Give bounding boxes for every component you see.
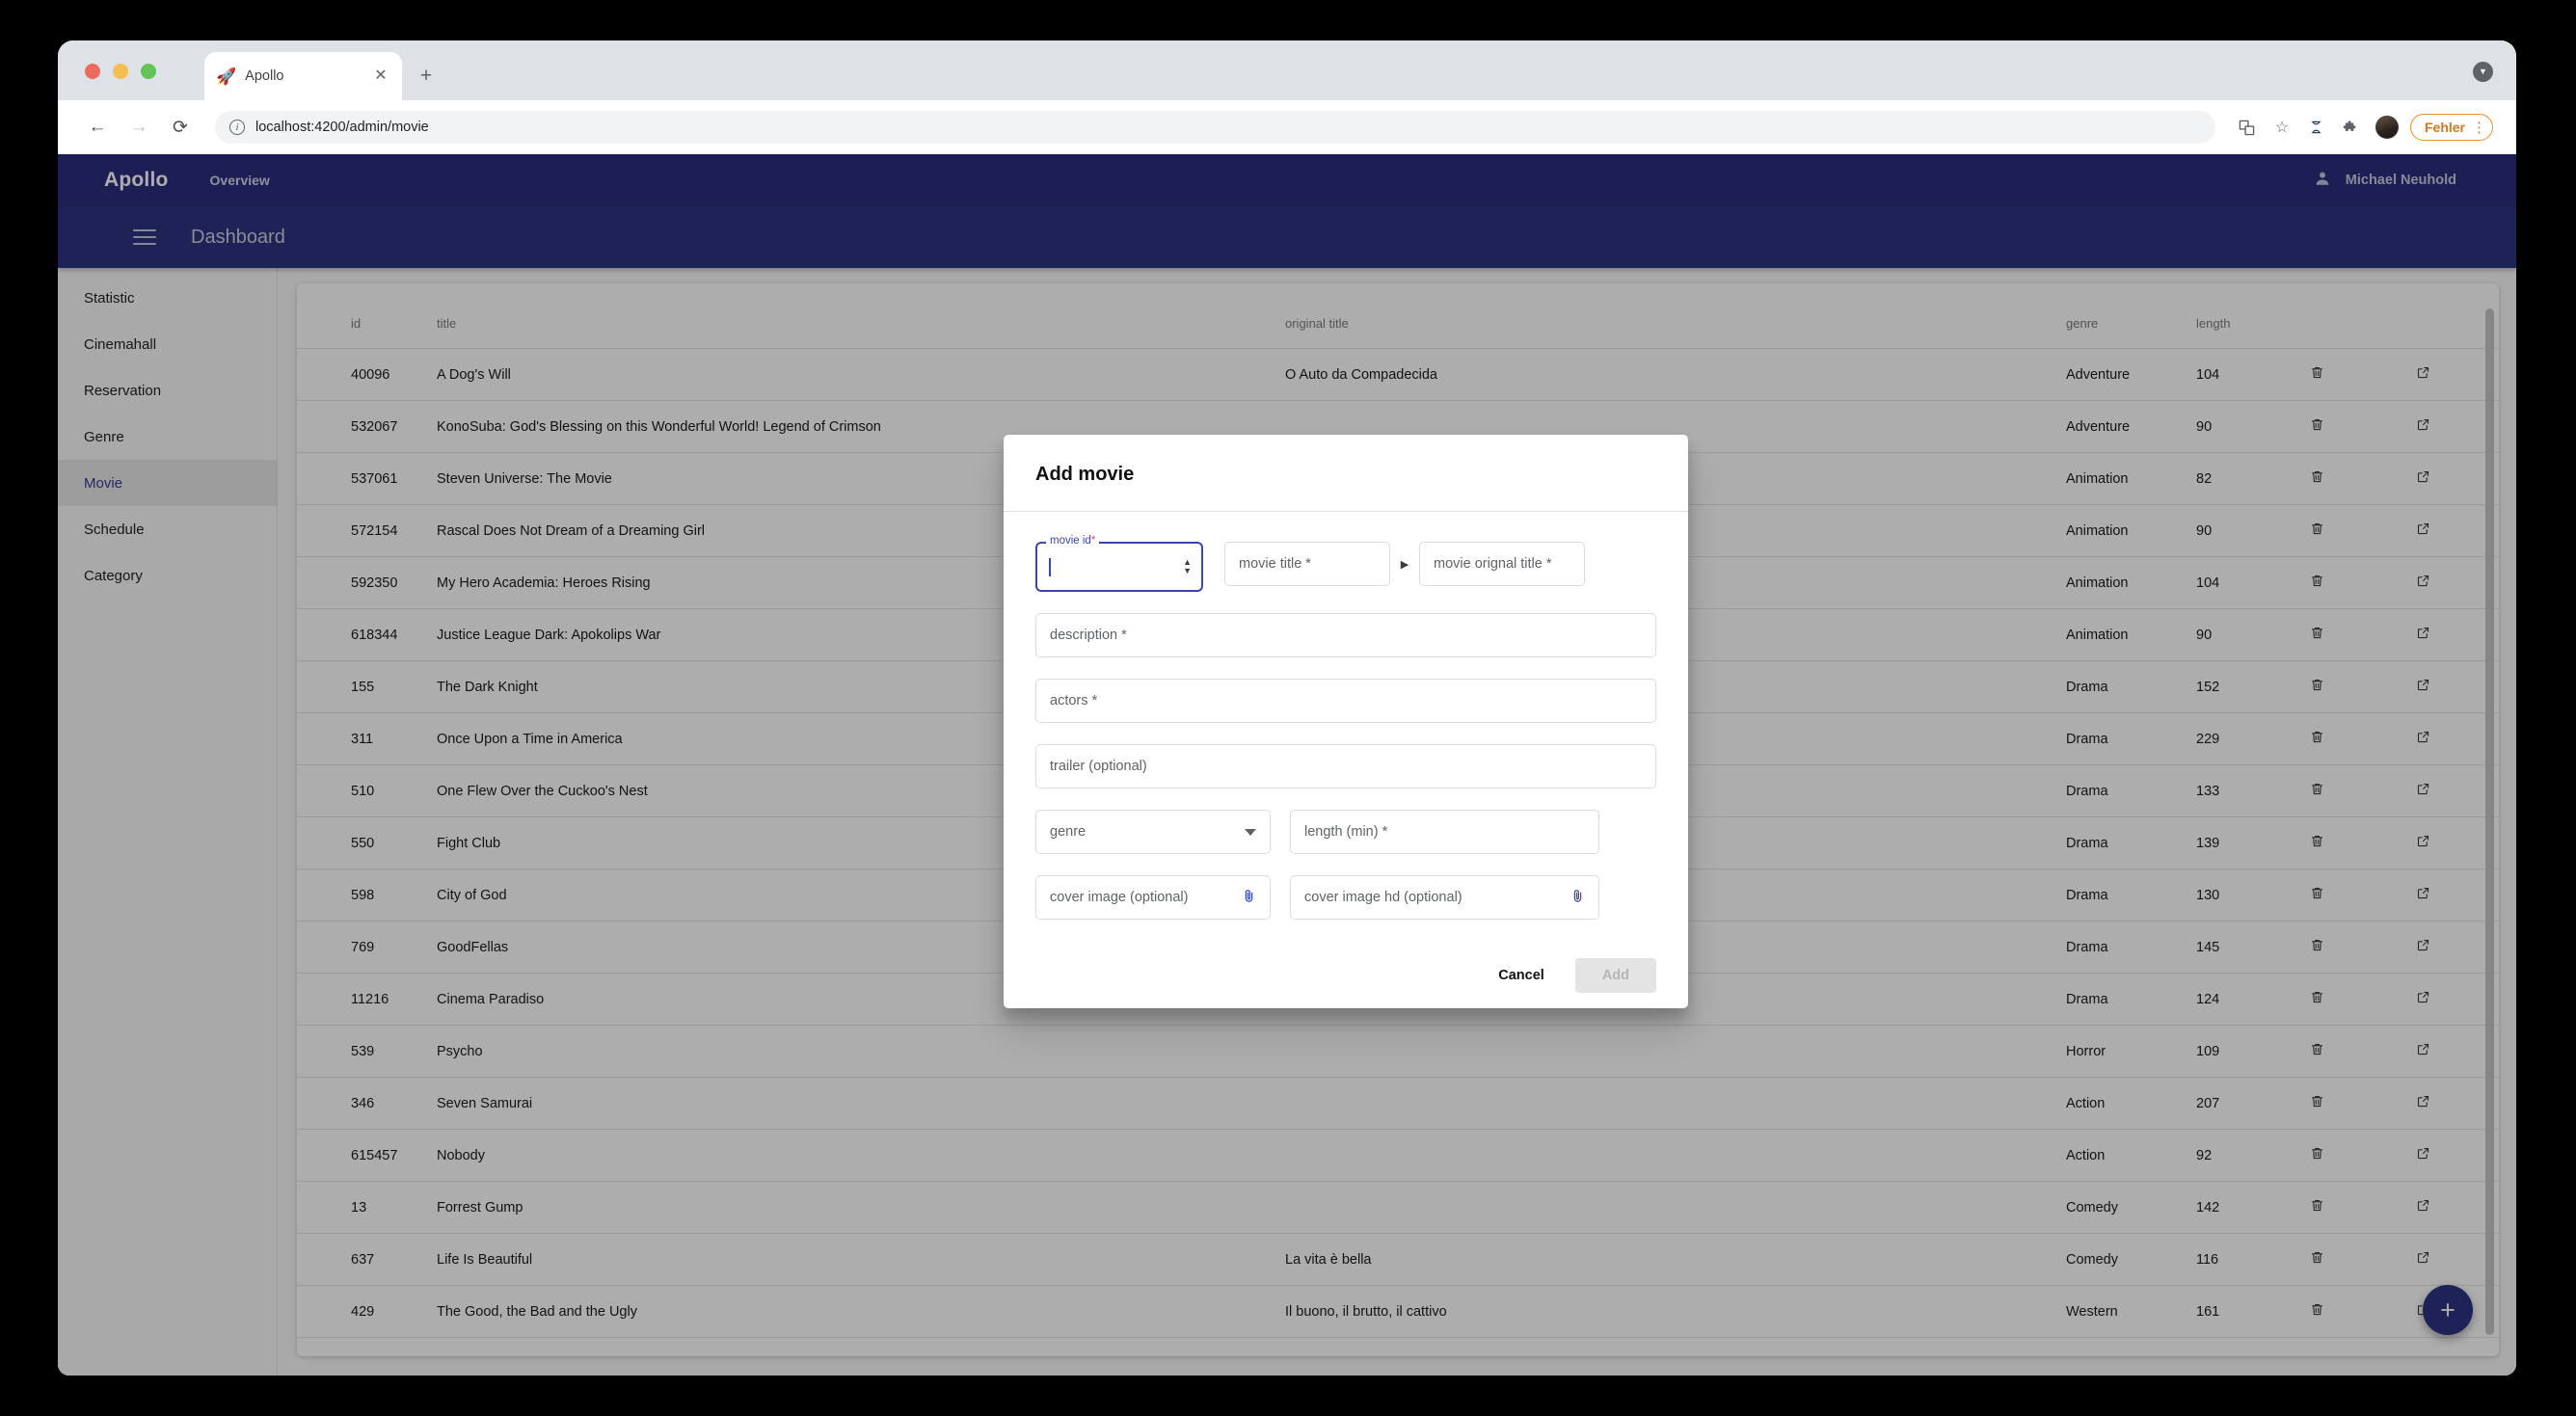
browser-window: 🚀 Apollo ✕ + ▼ ← → ⟳ i localhost:4200/ad… (58, 40, 2516, 1376)
movie-id-label: movie id* (1046, 535, 1099, 547)
actors-placeholder: actors * (1050, 693, 1097, 708)
genre-select[interactable]: genre (1035, 810, 1271, 854)
stepper-down-icon[interactable]: ▼ (1183, 568, 1192, 574)
movie-title-input[interactable]: movie title * (1224, 542, 1390, 586)
movie-title-placeholder: movie title * (1239, 556, 1311, 572)
maximize-window-button[interactable] (141, 64, 156, 79)
tab-strip: 🚀 Apollo ✕ + ▼ (58, 40, 2516, 100)
form-row-description: description * (1035, 613, 1656, 657)
length-placeholder: length (min) * (1304, 824, 1387, 840)
window-traffic-lights (85, 64, 156, 79)
form-row-genre-length: genre length (min) * (1035, 810, 1656, 854)
cover-image-input[interactable]: cover image (optional) (1035, 875, 1271, 920)
error-status-badge[interactable]: Fehler ⋮ (2410, 114, 2493, 141)
cover-image-hd-input[interactable]: cover image hd (optional) (1290, 875, 1599, 920)
number-stepper[interactable]: ▲ ▼ (1183, 559, 1192, 574)
tab-title: Apollo (245, 68, 371, 84)
movie-original-title-input[interactable]: movie orignal title * (1419, 542, 1585, 586)
actors-input[interactable]: actors * (1035, 679, 1656, 723)
site-info-icon[interactable]: i (229, 120, 245, 135)
attach-file-icon[interactable] (1570, 888, 1585, 907)
puzzle-extension-icon[interactable] (2337, 113, 2366, 142)
form-row-covers: cover image (optional) cover image hd (o… (1035, 875, 1656, 920)
text-cursor (1049, 558, 1051, 576)
trailer-input[interactable]: trailer (optional) (1035, 744, 1656, 788)
genre-placeholder: genre (1050, 824, 1086, 840)
minimize-window-button[interactable] (113, 64, 128, 79)
chevron-down-icon[interactable] (1245, 829, 1256, 836)
forward-button[interactable]: → (122, 111, 155, 144)
cover-image-placeholder: cover image (optional) (1050, 890, 1188, 905)
close-window-button[interactable] (85, 64, 100, 79)
required-marker: * (1091, 535, 1095, 547)
reload-button[interactable]: ⟳ (164, 111, 197, 144)
add-movie-dialog: Add movie movie id* ▲ ▼ (1004, 435, 1688, 1008)
bookmark-star-icon[interactable]: ☆ (2267, 113, 2296, 142)
new-tab-button[interactable]: + (415, 66, 438, 86)
attach-file-icon[interactable] (1242, 888, 1256, 907)
stepper-up-icon[interactable]: ▲ (1183, 559, 1192, 566)
form-row-actors: actors * (1035, 679, 1656, 723)
more-vert-icon[interactable]: ⋮ (2472, 120, 2486, 135)
translate-icon[interactable] (2233, 113, 2262, 142)
chevron-right-icon: ▶ (1390, 542, 1419, 586)
app-viewport: Apollo Overview Michael Neuhold Dashboar… (58, 154, 2516, 1376)
movie-original-title-placeholder: movie orignal title * (1434, 556, 1552, 572)
cover-image-hd-placeholder: cover image hd (optional) (1304, 890, 1462, 905)
extension-hourglass-icon[interactable] (2302, 113, 2331, 142)
movie-id-input[interactable]: movie id* ▲ ▼ (1035, 542, 1203, 592)
rocket-icon: 🚀 (216, 68, 236, 85)
browser-tab-apollo[interactable]: 🚀 Apollo ✕ (204, 52, 402, 100)
dialog-title: Add movie (1035, 464, 1656, 486)
browser-toolbar: ← → ⟳ i localhost:4200/admin/movie ☆ Feh… (58, 100, 2516, 154)
form-row-titles: movie id* ▲ ▼ movie title * ▶ movie ori (1035, 542, 1656, 592)
cancel-button[interactable]: Cancel (1477, 958, 1566, 993)
dialog-actions: Cancel Add (1035, 958, 1656, 993)
back-button[interactable]: ← (81, 111, 114, 144)
description-input[interactable]: description * (1035, 613, 1656, 657)
add-movie-form: movie id* ▲ ▼ movie title * ▶ movie ori (1035, 512, 1656, 993)
form-row-trailer: trailer (optional) (1035, 744, 1656, 788)
address-bar-url: localhost:4200/admin/movie (255, 120, 429, 135)
length-input[interactable]: length (min) * (1290, 810, 1599, 854)
address-bar[interactable]: i localhost:4200/admin/movie (215, 111, 2215, 144)
trailer-placeholder: trailer (optional) (1050, 759, 1147, 774)
close-icon[interactable]: ✕ (371, 67, 390, 86)
avatar[interactable] (2375, 116, 2399, 139)
description-placeholder: description * (1050, 628, 1127, 643)
add-button[interactable]: Add (1575, 958, 1656, 993)
chevron-down-icon[interactable]: ▼ (2473, 62, 2493, 82)
error-badge-label: Fehler (2425, 120, 2465, 135)
